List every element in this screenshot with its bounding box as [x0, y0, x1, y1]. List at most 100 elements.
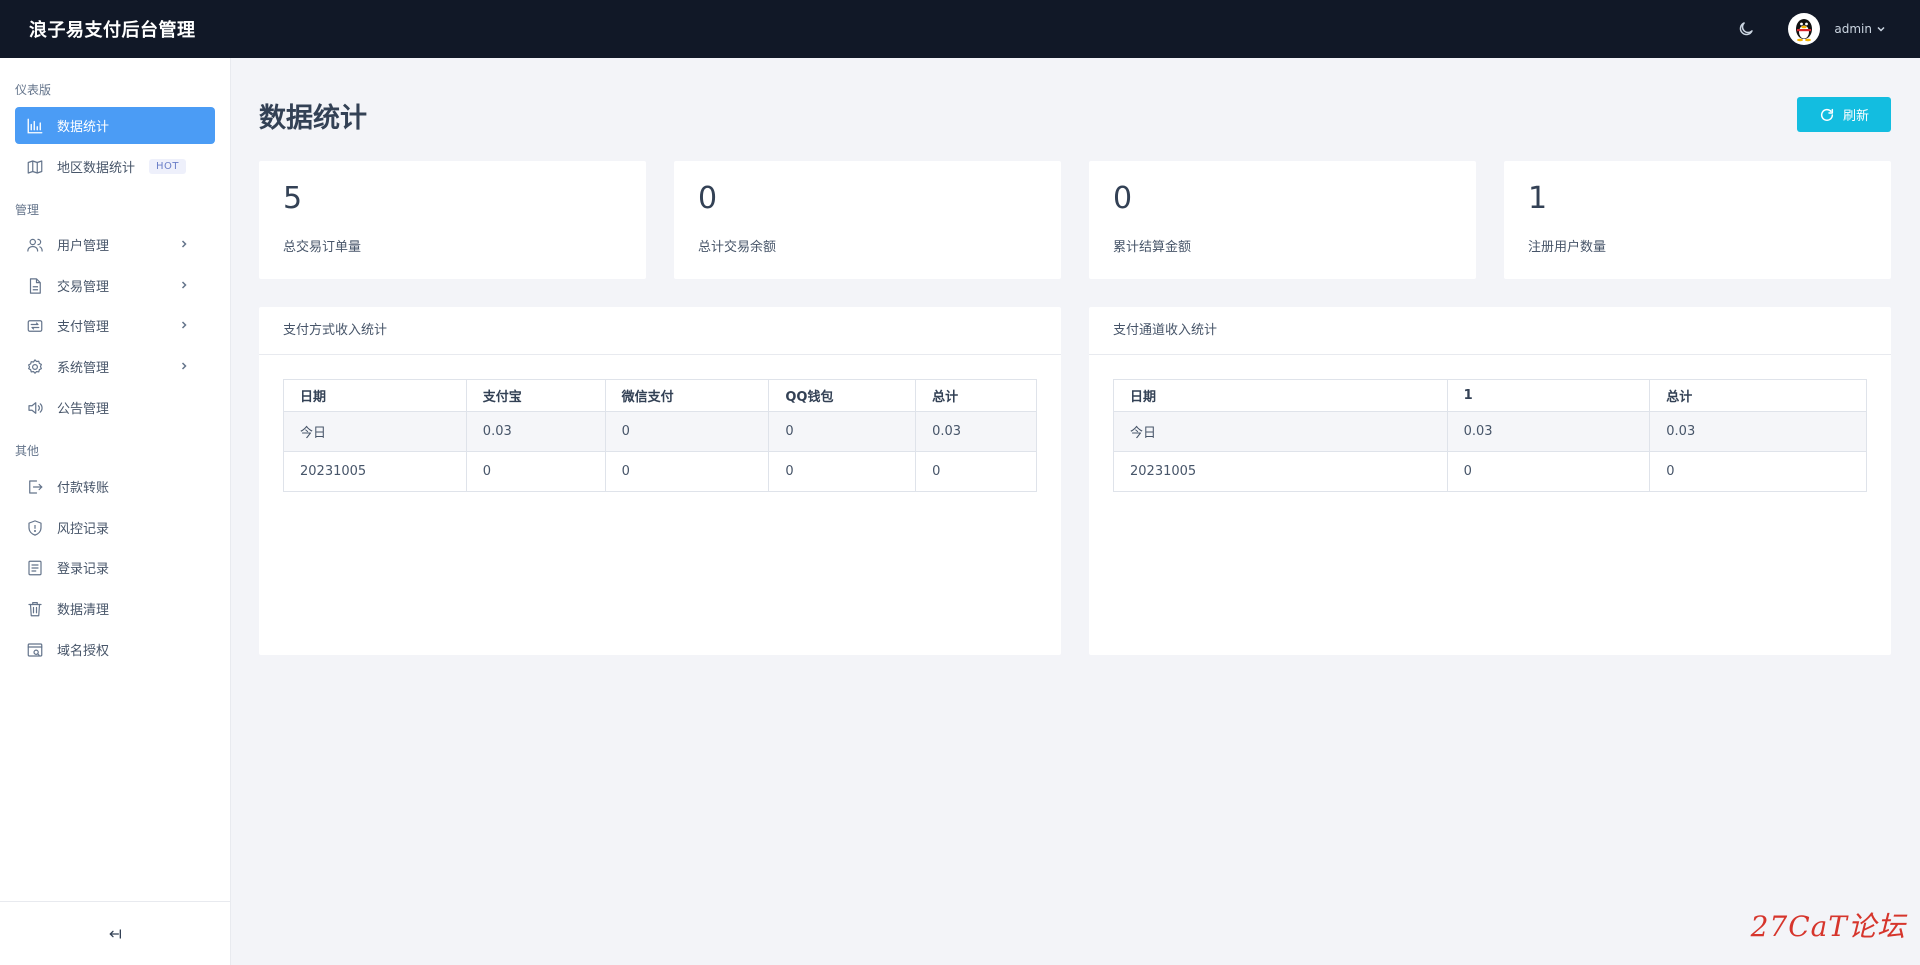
payment-channel-income-panel: 支付通道收入统计 日期 1 总计 今日 0.03 0.03 20231005 0… [1089, 307, 1891, 655]
sidebar-item-label: 数据清理 [57, 603, 110, 618]
refresh-button[interactable]: 刷新 [1797, 97, 1891, 132]
sidebar-item-label: 交易管理 [57, 280, 110, 295]
sidebar-item-system-management[interactable]: 系统管理 [15, 348, 215, 385]
user-name: admin [1834, 22, 1872, 36]
table-header-row: 日期 1 总计 [1113, 379, 1867, 412]
sidebar-item-label: 风控记录 [57, 522, 110, 537]
sidebar-item-data-cleanup[interactable]: 数据清理 [15, 590, 215, 627]
table-cell: 20231005 [1113, 451, 1448, 492]
table-cell: 0.03 [1649, 411, 1867, 452]
list-icon [25, 558, 45, 578]
collapse-left-icon [109, 928, 121, 939]
sidebar-item-user-management[interactable]: 用户管理 [15, 226, 215, 263]
bar-chart-icon [25, 116, 45, 136]
stat-value: 1 [1528, 181, 1548, 216]
stat-card-registered-users: 1 注册用户数量 [1504, 161, 1891, 279]
chevron-right-icon [177, 318, 191, 332]
stat-value: 0 [698, 181, 718, 216]
table-row: 今日 0.03 0 0 0.03 [283, 411, 1037, 452]
page-title: 数据统计 [259, 103, 367, 134]
chevron-right-icon [177, 359, 191, 373]
table-cell: 20231005 [283, 451, 467, 492]
sidebar-item-label: 公告管理 [57, 402, 110, 417]
stat-value: 5 [283, 181, 303, 216]
nav-section-other: 其他 [15, 444, 40, 458]
table-cell: 今日 [283, 411, 467, 452]
stat-card-total-orders: 5 总交易订单量 [259, 161, 646, 279]
table-cell: 0 [1446, 451, 1651, 492]
users-icon [25, 235, 45, 255]
avatar[interactable] [1788, 13, 1821, 45]
theme-toggle-button[interactable] [1734, 17, 1758, 41]
sidebar-item-region-stats[interactable]: 地区数据统计 HOT [15, 148, 215, 185]
table-cell: 0.03 [915, 411, 1037, 452]
sidebar-item-label: 用户管理 [57, 239, 110, 254]
column-header: 微信支付 [604, 379, 770, 412]
hot-badge: HOT [149, 159, 187, 174]
sidebar-collapse-button[interactable] [103, 922, 127, 946]
sidebar-item-payment-management[interactable]: 支付管理 [15, 307, 215, 344]
domain-icon [25, 640, 45, 660]
sidebar-item-risk-control[interactable]: 风控记录 [15, 509, 215, 546]
sidebar-item-label: 支付管理 [57, 320, 110, 335]
column-header: 1 [1446, 379, 1651, 412]
table-cell: 今日 [1113, 411, 1448, 452]
chevron-right-icon [177, 237, 191, 251]
shield-icon [25, 518, 45, 538]
sidebar: 仪表版 数据统计 地区数据统计 HOT 管理 用户管理 交易管理 支付管理 系统… [0, 58, 231, 965]
column-header: 总计 [915, 379, 1037, 412]
table-row: 20231005 0 0 0 0 [283, 451, 1037, 492]
sidebar-item-label: 付款转账 [57, 481, 110, 496]
table-header-row: 日期 支付宝 微信支付 QQ钱包 总计 [283, 379, 1037, 412]
chevron-down-icon [1877, 26, 1885, 32]
stat-label: 总交易订单量 [283, 240, 362, 255]
top-bar: 浪子易支付后台管理 admin [0, 0, 1920, 58]
table-cell: 0 [604, 451, 770, 492]
app-title: 浪子易支付后台管理 [29, 20, 196, 41]
table-cell: 0.03 [1446, 411, 1651, 452]
watermark: 27CaT论坛 [1750, 910, 1906, 943]
sidebar-item-domain-authorization[interactable]: 域名授权 [15, 631, 215, 668]
sidebar-item-announcement-management[interactable]: 公告管理 [15, 389, 215, 426]
user-menu[interactable]: admin [1834, 22, 1886, 36]
refresh-label: 刷新 [1842, 109, 1869, 124]
sidebar-item-payment-transfer[interactable]: 付款转账 [15, 468, 215, 505]
stat-label: 总计交易余额 [698, 240, 777, 255]
column-header: 总计 [1649, 379, 1867, 412]
table-row: 20231005 0 0 [1113, 451, 1867, 492]
table-cell: 0 [915, 451, 1037, 492]
export-icon [25, 477, 45, 497]
column-header: QQ钱包 [768, 379, 917, 412]
payment-method-income-panel: 支付方式收入统计 日期 支付宝 微信支付 QQ钱包 总计 今日 0.03 0 0… [259, 307, 1061, 655]
gear-icon [25, 357, 45, 377]
panel-title: 支付方式收入统计 [259, 307, 1061, 355]
refresh-icon [1820, 108, 1834, 121]
payment-channel-table: 日期 1 总计 今日 0.03 0.03 20231005 0 0 [1113, 379, 1867, 492]
sidebar-item-transaction-management[interactable]: 交易管理 [15, 267, 215, 304]
speaker-icon [25, 398, 45, 418]
panel-title: 支付通道收入统计 [1089, 307, 1891, 355]
stat-label: 注册用户数量 [1528, 240, 1607, 255]
table-cell: 0 [1649, 451, 1867, 492]
sidebar-item-label: 登录记录 [57, 562, 110, 577]
topbar-actions: admin [1734, 0, 1920, 58]
nav-section-dashboard: 仪表版 [15, 83, 52, 97]
column-header: 日期 [1113, 379, 1448, 412]
sidebar-item-data-stats[interactable]: 数据统计 [15, 107, 215, 144]
stat-label: 累计结算金额 [1113, 240, 1192, 255]
document-icon [25, 276, 45, 296]
stat-value: 0 [1113, 181, 1133, 216]
stat-card-settled-amount: 0 累计结算金额 [1089, 161, 1476, 279]
sidebar-item-label: 系统管理 [57, 361, 110, 376]
table-cell: 0.03 [465, 411, 606, 452]
column-header: 支付宝 [465, 379, 606, 412]
stat-card-total-balance: 0 总计交易余额 [674, 161, 1061, 279]
sidebar-item-label: 地区数据统计 [57, 161, 136, 176]
sidebar-footer [0, 901, 230, 965]
nav-section-manage: 管理 [15, 203, 40, 217]
chevron-right-icon [177, 278, 191, 292]
table-cell: 0 [768, 451, 917, 492]
sidebar-item-login-records[interactable]: 登录记录 [15, 549, 215, 586]
penguin-avatar-icon [1796, 19, 1813, 42]
sidebar-item-label: 数据统计 [57, 120, 110, 135]
